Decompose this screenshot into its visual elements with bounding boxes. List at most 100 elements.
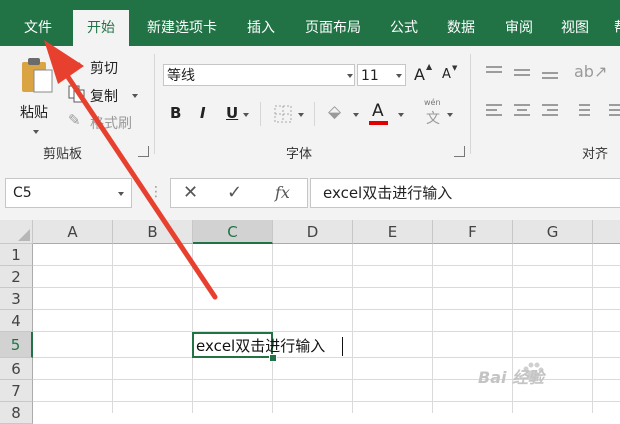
font-name-dropdown-icon[interactable] <box>347 74 353 78</box>
font-color-bar <box>369 121 388 125</box>
shrink-font-button[interactable]: A <box>442 67 451 82</box>
orientation-icon[interactable]: ab↗ <box>574 62 607 81</box>
font-size-value: 11 <box>361 68 379 84</box>
formula-bar-buttons: ✕ ✓ fx <box>170 178 308 208</box>
row-header-6[interactable]: 6 <box>0 358 33 380</box>
cut-button[interactable]: ✂ 剪切 <box>66 56 146 78</box>
name-box-dropdown-icon[interactable] <box>118 192 124 196</box>
underline-button[interactable]: U <box>226 104 238 122</box>
copy-label: 复制 <box>90 89 118 105</box>
row-header-4[interactable]: 4 <box>0 310 33 332</box>
row-header-3[interactable]: 3 <box>0 288 33 310</box>
row-header-1[interactable]: 1 <box>0 244 33 266</box>
font-name-value: 等线 <box>167 68 195 84</box>
paste-button[interactable]: 粘贴 <box>14 54 60 138</box>
row-header-8[interactable]: 8 <box>0 402 33 424</box>
font-size-dropdown-icon[interactable] <box>396 74 402 78</box>
column-header-a[interactable]: A <box>33 220 113 244</box>
font-color-dropdown-icon[interactable] <box>398 113 404 117</box>
insert-function-button[interactable]: fx <box>275 183 290 202</box>
name-box-value: C5 <box>13 185 32 201</box>
font-name-box[interactable]: 等线 <box>163 64 355 86</box>
fill-color-dropdown-icon[interactable] <box>353 113 359 117</box>
cell-c5-text: excel双击进行输入 <box>196 337 326 355</box>
row-header-5[interactable]: 5 <box>0 332 33 358</box>
gridline <box>33 331 620 332</box>
paste-dropdown-icon[interactable] <box>33 130 39 134</box>
grow-font-caret-icon: ▲ <box>426 62 433 71</box>
tab-new[interactable]: 新建选项卡 <box>136 0 228 46</box>
font-divider <box>314 102 315 126</box>
column-header-d[interactable]: D <box>273 220 353 244</box>
bottom-align-icon[interactable] <box>542 66 560 80</box>
fill-color-icon[interactable]: ⬙ <box>328 102 341 122</box>
column-header-g[interactable]: G <box>513 220 593 244</box>
confirm-entry-button[interactable]: ✓ <box>227 182 242 203</box>
gridline <box>33 287 620 288</box>
gridline <box>33 309 620 310</box>
bold-button[interactable]: B <box>170 104 181 122</box>
copy-button[interactable]: 复制 <box>66 83 146 105</box>
indent-icon-2[interactable] <box>604 104 620 120</box>
tab-view[interactable]: 视图 <box>551 0 599 46</box>
row-header-7[interactable]: 7 <box>0 380 33 402</box>
font-group-label: 字体 <box>286 147 313 162</box>
paste-icon <box>22 58 53 93</box>
column-header-c[interactable]: C <box>193 220 273 244</box>
tab-data[interactable]: 数据 <box>436 0 486 46</box>
format-painter-label: 格式刷 <box>90 116 132 132</box>
formula-bar-grip-icon: ⋮ <box>149 184 163 200</box>
font-size-box[interactable]: 11 <box>357 64 406 86</box>
gridline <box>272 244 273 413</box>
copy-dropdown-icon[interactable] <box>132 94 138 98</box>
middle-align-icon[interactable] <box>514 66 532 80</box>
group-divider <box>470 54 471 154</box>
tab-home[interactable]: 开始 <box>73 10 129 46</box>
name-box[interactable]: C5 <box>5 178 132 208</box>
cut-label: 剪切 <box>90 61 118 77</box>
phonetic-button[interactable]: 文 <box>426 108 440 128</box>
align-center-icon[interactable] <box>514 104 532 120</box>
column-header-f[interactable]: F <box>433 220 513 244</box>
tab-review[interactable]: 审阅 <box>495 0 543 46</box>
brush-icon: ✎ <box>68 111 81 129</box>
worksheet-grid[interactable]: A B C D E F G 1 2 3 4 5 6 7 8 excel双击进行输… <box>0 220 620 424</box>
tab-help[interactable]: 帮 <box>606 0 620 46</box>
borders-icon[interactable] <box>274 105 292 123</box>
copy-icon <box>68 85 85 103</box>
grow-font-button[interactable]: A <box>414 65 425 84</box>
align-left-icon[interactable] <box>486 104 504 120</box>
column-header-h[interactable] <box>593 220 620 244</box>
underline-dropdown-icon[interactable] <box>243 113 249 117</box>
clipboard-launcher-icon[interactable] <box>138 146 149 157</box>
phonetic-icon: wén <box>424 98 441 107</box>
borders-dropdown-icon[interactable] <box>298 113 304 117</box>
group-divider <box>154 54 155 154</box>
tab-page-layout[interactable]: 页面布局 <box>296 0 370 46</box>
gridline <box>33 265 620 266</box>
ribbon-home: 粘贴 ✂ 剪切 复制 ✎ 格式刷 剪贴板 等线 11 A ▲ A ▼ B I U <box>0 46 620 181</box>
cancel-entry-button[interactable]: ✕ <box>183 182 198 203</box>
format-painter-button[interactable]: ✎ 格式刷 <box>66 110 146 132</box>
tab-formulas[interactable]: 公式 <box>380 0 428 46</box>
paste-label: 粘贴 <box>20 105 48 121</box>
watermark-text: Bai 经验 <box>478 368 545 387</box>
row-header-2[interactable]: 2 <box>0 266 33 288</box>
tab-file[interactable]: 文件 <box>10 0 66 46</box>
top-align-icon[interactable] <box>486 66 504 80</box>
indent-icon[interactable] <box>574 104 592 120</box>
tab-insert[interactable]: 插入 <box>236 0 286 46</box>
font-color-button[interactable]: A <box>372 101 384 121</box>
phonetic-dropdown-icon[interactable] <box>447 113 453 117</box>
gridline <box>432 244 433 413</box>
gridline <box>192 244 193 413</box>
gridline <box>352 244 353 413</box>
align-right-icon[interactable] <box>542 104 560 120</box>
formula-input[interactable]: excel双击进行输入 <box>310 178 620 208</box>
italic-button[interactable]: I <box>200 104 206 122</box>
select-all-icon <box>18 229 30 241</box>
column-header-e[interactable]: E <box>353 220 433 244</box>
select-all-corner[interactable] <box>0 220 33 244</box>
column-header-b[interactable]: B <box>113 220 193 244</box>
font-launcher-icon[interactable] <box>454 146 465 157</box>
